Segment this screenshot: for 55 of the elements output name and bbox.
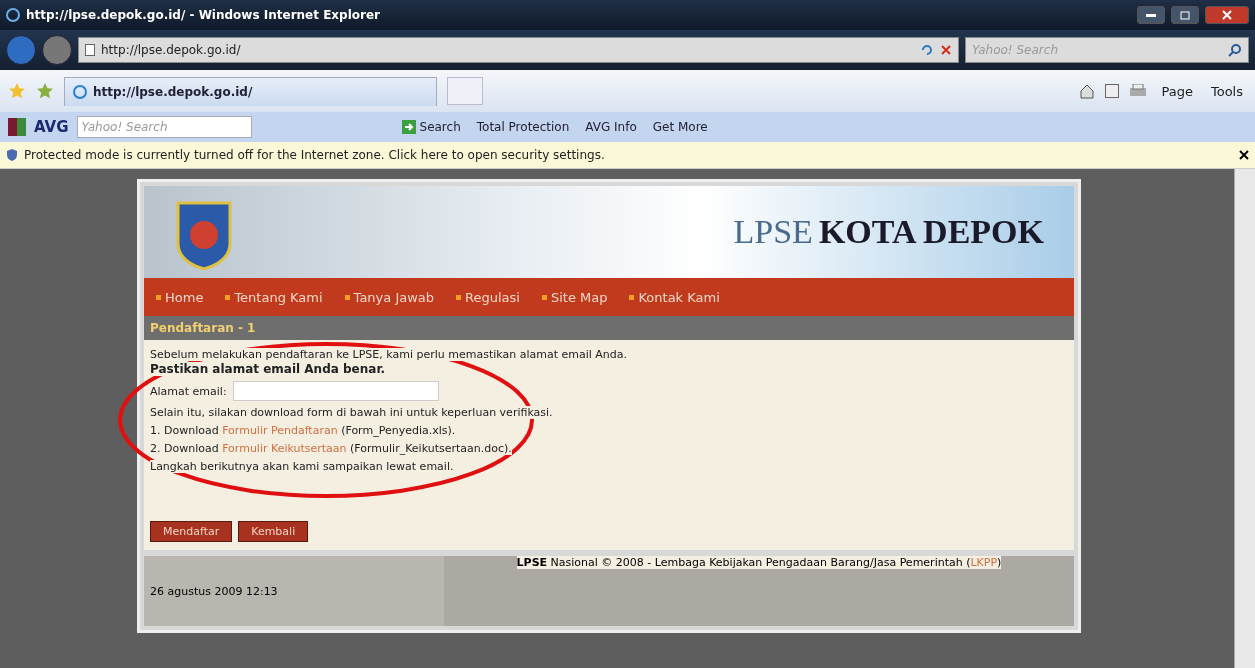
stop-icon[interactable] [940, 44, 952, 56]
toolbar-button[interactable]: AVG Info [581, 120, 641, 134]
nav-link[interactable]: Site Map [541, 289, 608, 305]
minimize-icon [1146, 13, 1156, 17]
nav-link[interactable]: Kontak Kami [629, 289, 720, 305]
section-title: Pendaftaran - 1 [150, 321, 256, 335]
banner-title: LPSE KOTA DEPOK [733, 213, 1044, 251]
browser-icon [6, 8, 20, 22]
nav-link[interactable]: Tentang Kami [225, 289, 323, 305]
toolbar-button[interactable]: Get More [648, 120, 712, 134]
close-icon[interactable] [1239, 150, 1249, 160]
form-button[interactable]: Kembali [238, 521, 309, 542]
avg-logo-icon [8, 118, 26, 136]
footer-date: 26 agustus 2009 12:13 [150, 584, 278, 598]
star-icon[interactable] [8, 82, 26, 100]
footer-credit: LPSE Nasional © 2008 - Lembaga Kebijakan Pengadaan Barang/Jasa Pemerintah (LKPP) [516, 556, 1002, 569]
download-link[interactable]: Formulir Pendaftaran [222, 424, 338, 437]
window-title: http://lpse.depok.go.id/ - Windows Internet Explorer [26, 8, 382, 22]
email-input[interactable] [232, 381, 439, 401]
command-menu[interactable]: Page [1157, 83, 1197, 99]
shield-icon [6, 148, 18, 162]
nav-link[interactable]: Regulasi [456, 289, 520, 305]
minimize-button[interactable] [1137, 6, 1165, 24]
intro-text: Sebelum melakukan pendaftaran ke LPSE, kami perlu memastikan alamat email Anda. [150, 348, 627, 361]
nav-link[interactable]: Home [156, 289, 204, 305]
browser-icon [73, 84, 87, 99]
printer-icon[interactable] [1129, 84, 1148, 98]
add-favorite-icon[interactable] [36, 82, 54, 100]
arrow-icon [401, 120, 416, 134]
toolbar-search-button[interactable]: Search [397, 120, 465, 134]
download-link[interactable]: Formulir Keikutsertaan [222, 442, 347, 455]
address-field[interactable]: http://lpse.depok.go.id/ [78, 37, 959, 63]
form-button[interactable]: Mendaftar [150, 521, 233, 542]
home-icon[interactable] [1079, 83, 1096, 99]
command-menu[interactable]: Tools [1206, 83, 1247, 99]
page-icon [85, 44, 95, 56]
instruction-text: Selain itu, silakan download form di bawah ini untuk keperluan verifikasi. [150, 406, 553, 419]
maximize-button[interactable] [1171, 6, 1199, 24]
back-button[interactable] [6, 35, 36, 65]
maximize-icon [1180, 10, 1190, 20]
toolbar-button[interactable]: Total Protection [472, 120, 574, 134]
next-step-text: Langkah berikutnya akan kami sampaikan lewat email. [150, 460, 454, 473]
browser-tab[interactable]: http://lpse.depok.go.id/ [64, 76, 437, 106]
email-label: Alamat email: [150, 384, 227, 398]
toolbar-search-field[interactable]: Yahoo! Search [76, 116, 252, 138]
lkpp-link[interactable]: LKPP [970, 556, 998, 569]
search-icon[interactable] [1228, 43, 1242, 57]
close-button[interactable] [1205, 6, 1249, 24]
nav-link[interactable]: Tanya Jawab [344, 289, 435, 305]
emphasis-text: Pastikan alamat email Anda benar. [150, 362, 386, 376]
forward-button[interactable] [42, 35, 72, 65]
avg-brand[interactable]: AVG [34, 118, 69, 136]
scrollbar[interactable] [1234, 169, 1255, 668]
close-icon [1222, 10, 1232, 20]
refresh-icon[interactable] [920, 43, 934, 57]
